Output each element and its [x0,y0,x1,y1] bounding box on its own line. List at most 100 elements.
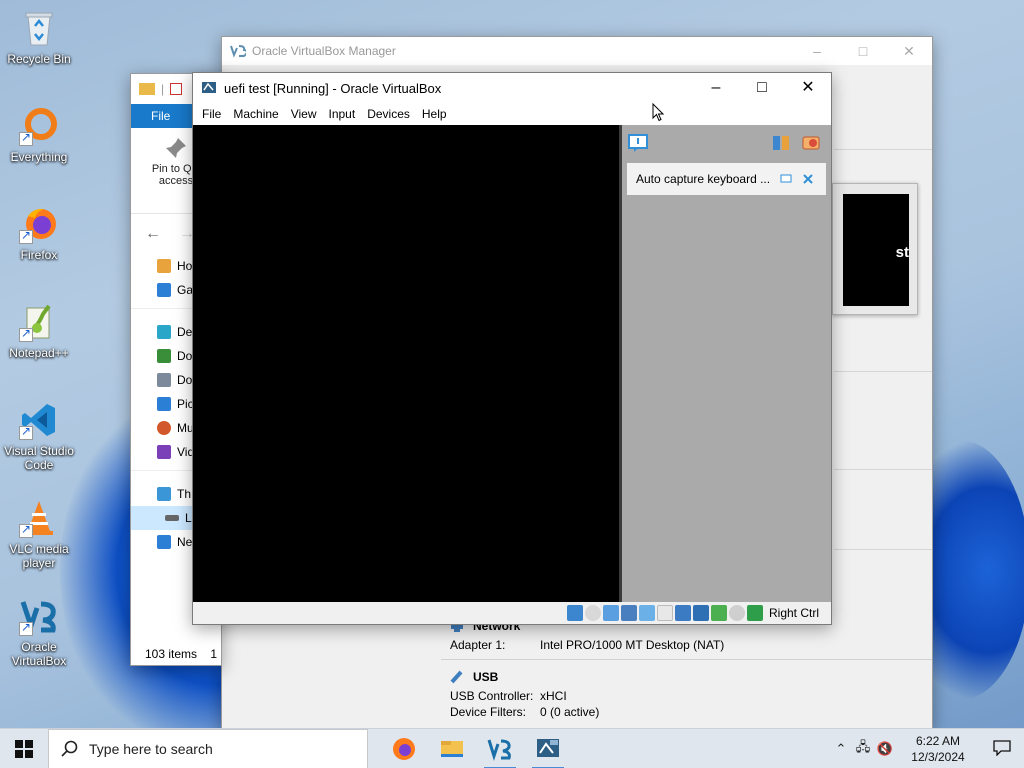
search-input[interactable] [89,740,329,757]
menu-input[interactable]: Input [323,107,362,121]
tree-label: Ga [177,283,194,297]
vm-window[interactable]: uefi test [Running] - Oracle VirtualBox … [192,72,832,625]
downloads-icon [157,349,171,363]
message-icon[interactable] [628,134,648,152]
folder-icon [139,83,155,95]
notification-center-icon [993,739,1011,757]
close-button[interactable]: ✕ [785,73,831,103]
vscode-icon [19,400,59,440]
desktop-icon-notepadpp[interactable]: Notepad++ [4,302,74,360]
tree-label: Ho [177,259,193,273]
videos-icon [157,445,171,459]
drive-icon [165,515,179,521]
windows-logo-icon [15,739,33,758]
back-icon[interactable]: ← [145,225,161,243]
menu-file[interactable]: File [196,107,227,121]
maximize-button[interactable]: □ [840,37,886,65]
tree-label: De [177,325,193,339]
home-icon [157,259,171,273]
close-notification-icon[interactable] [802,173,814,185]
notification-panel: Auto capture keyboard ... [619,125,831,604]
menu-view[interactable]: View [285,107,323,121]
desktop-icon-firefox[interactable]: Firefox [4,204,74,262]
mouse-integration-icon[interactable] [728,605,745,621]
properties-icon [170,83,183,95]
vm-preview-screen: st [843,194,909,306]
taskbar-file-explorer[interactable] [428,729,476,768]
desktop-icon-vscode[interactable]: Visual Studio Code [4,400,74,472]
toggle-all-icon[interactable] [772,134,790,152]
taskbar-apps [380,729,572,768]
taskbar: ⌃ 🖧 🔇 6:22 AM 12/3/2024 [0,728,1024,768]
taskbar-firefox[interactable] [380,729,428,768]
notifications-button[interactable] [980,739,1024,759]
cpu-icon[interactable] [710,605,727,621]
detail-key: USB Controller: [450,689,534,703]
detail-row: Adapter 1: Intel PRO/1000 MT Desktop (NA… [441,637,932,653]
music-icon [157,421,171,435]
auto-capture-notification[interactable]: Auto capture keyboard ... [627,163,826,195]
start-button[interactable] [0,729,48,768]
close-all-icon[interactable] [802,134,820,152]
menu-machine[interactable]: Machine [227,107,284,121]
taskbar-search[interactable] [48,728,368,768]
clock-time: 6:22 AM [915,734,961,748]
menu-devices[interactable]: Devices [361,107,416,121]
shortcut-arrow-icon [19,620,33,636]
usb-section-header[interactable]: USB [441,666,932,688]
desktop-icon-recycle-bin[interactable]: Recycle Bin [4,8,74,66]
network-tray-icon[interactable]: 🖧 [852,738,874,760]
desktop-icon-vlc[interactable]: VLC media player [4,498,74,570]
firefox-icon [19,204,59,244]
usb-heading: USB [473,670,499,684]
detail-key: Device Filters: [450,705,527,719]
host-key-icon[interactable] [746,605,763,621]
info-icon[interactable] [780,173,792,185]
vm-display[interactable] [193,125,619,604]
desktop-icon-virtualbox[interactable]: Oracle VirtualBox [4,596,74,668]
shared-folders-icon[interactable] [656,605,673,621]
desktop-icon-everything[interactable]: Everything [4,106,74,164]
clock[interactable]: 6:22 AM 12/3/2024 [896,733,980,765]
mouse-cursor-icon [652,103,664,122]
item-count: 103 items [145,647,198,661]
taskbar-vm[interactable] [524,729,572,768]
shortcut-arrow-icon [19,522,33,538]
network-icon [157,535,171,549]
usb-status-icon[interactable] [638,605,655,621]
tree-label: Do [177,373,193,387]
notice-text: Auto capture keyboard ... [636,172,771,186]
maximize-button[interactable]: □ [739,73,785,103]
desktop-icon-label: Firefox [20,248,58,262]
optical-drive-icon[interactable] [584,605,601,621]
hard-disk-icon[interactable] [566,605,583,621]
vlc-icon [19,498,59,538]
recording-icon[interactable] [692,605,709,621]
audio-icon[interactable] [602,605,619,621]
shortcut-arrow-icon [19,326,33,342]
desktop-icon-label: Notepad++ [9,346,69,360]
minimize-button[interactable]: – [693,73,739,103]
taskbar-virtualbox[interactable] [476,729,524,768]
close-button[interactable]: ✕ [886,37,932,65]
network-status-icon[interactable] [620,605,637,621]
detail-key: Adapter 1: [450,638,506,652]
divider [441,659,932,660]
show-hidden-icons[interactable]: ⌃ [830,741,852,757]
system-tray: ⌃ 🖧 🔇 6:22 AM 12/3/2024 [830,729,1024,768]
shortcut-arrow-icon [19,228,33,244]
search-icon [61,740,78,757]
notification-toolbar [622,125,831,159]
minimize-button[interactable]: – [794,37,840,65]
tree-label: Ne [177,535,193,549]
display-icon[interactable] [674,605,691,621]
virtualbox-icon [487,739,511,761]
detail-row: Device Filters: 0 (0 active) [441,704,932,720]
clock-date: 12/3/2024 [911,750,965,764]
separator: | [161,82,165,96]
volume-muted-icon[interactable]: 🔇 [874,741,896,757]
menu-help[interactable]: Help [416,107,453,121]
desktop-icon-label: Visual Studio Code [4,444,74,472]
virtualbox-icon [19,596,59,636]
desktop-icon-label: Recycle Bin [7,52,71,66]
